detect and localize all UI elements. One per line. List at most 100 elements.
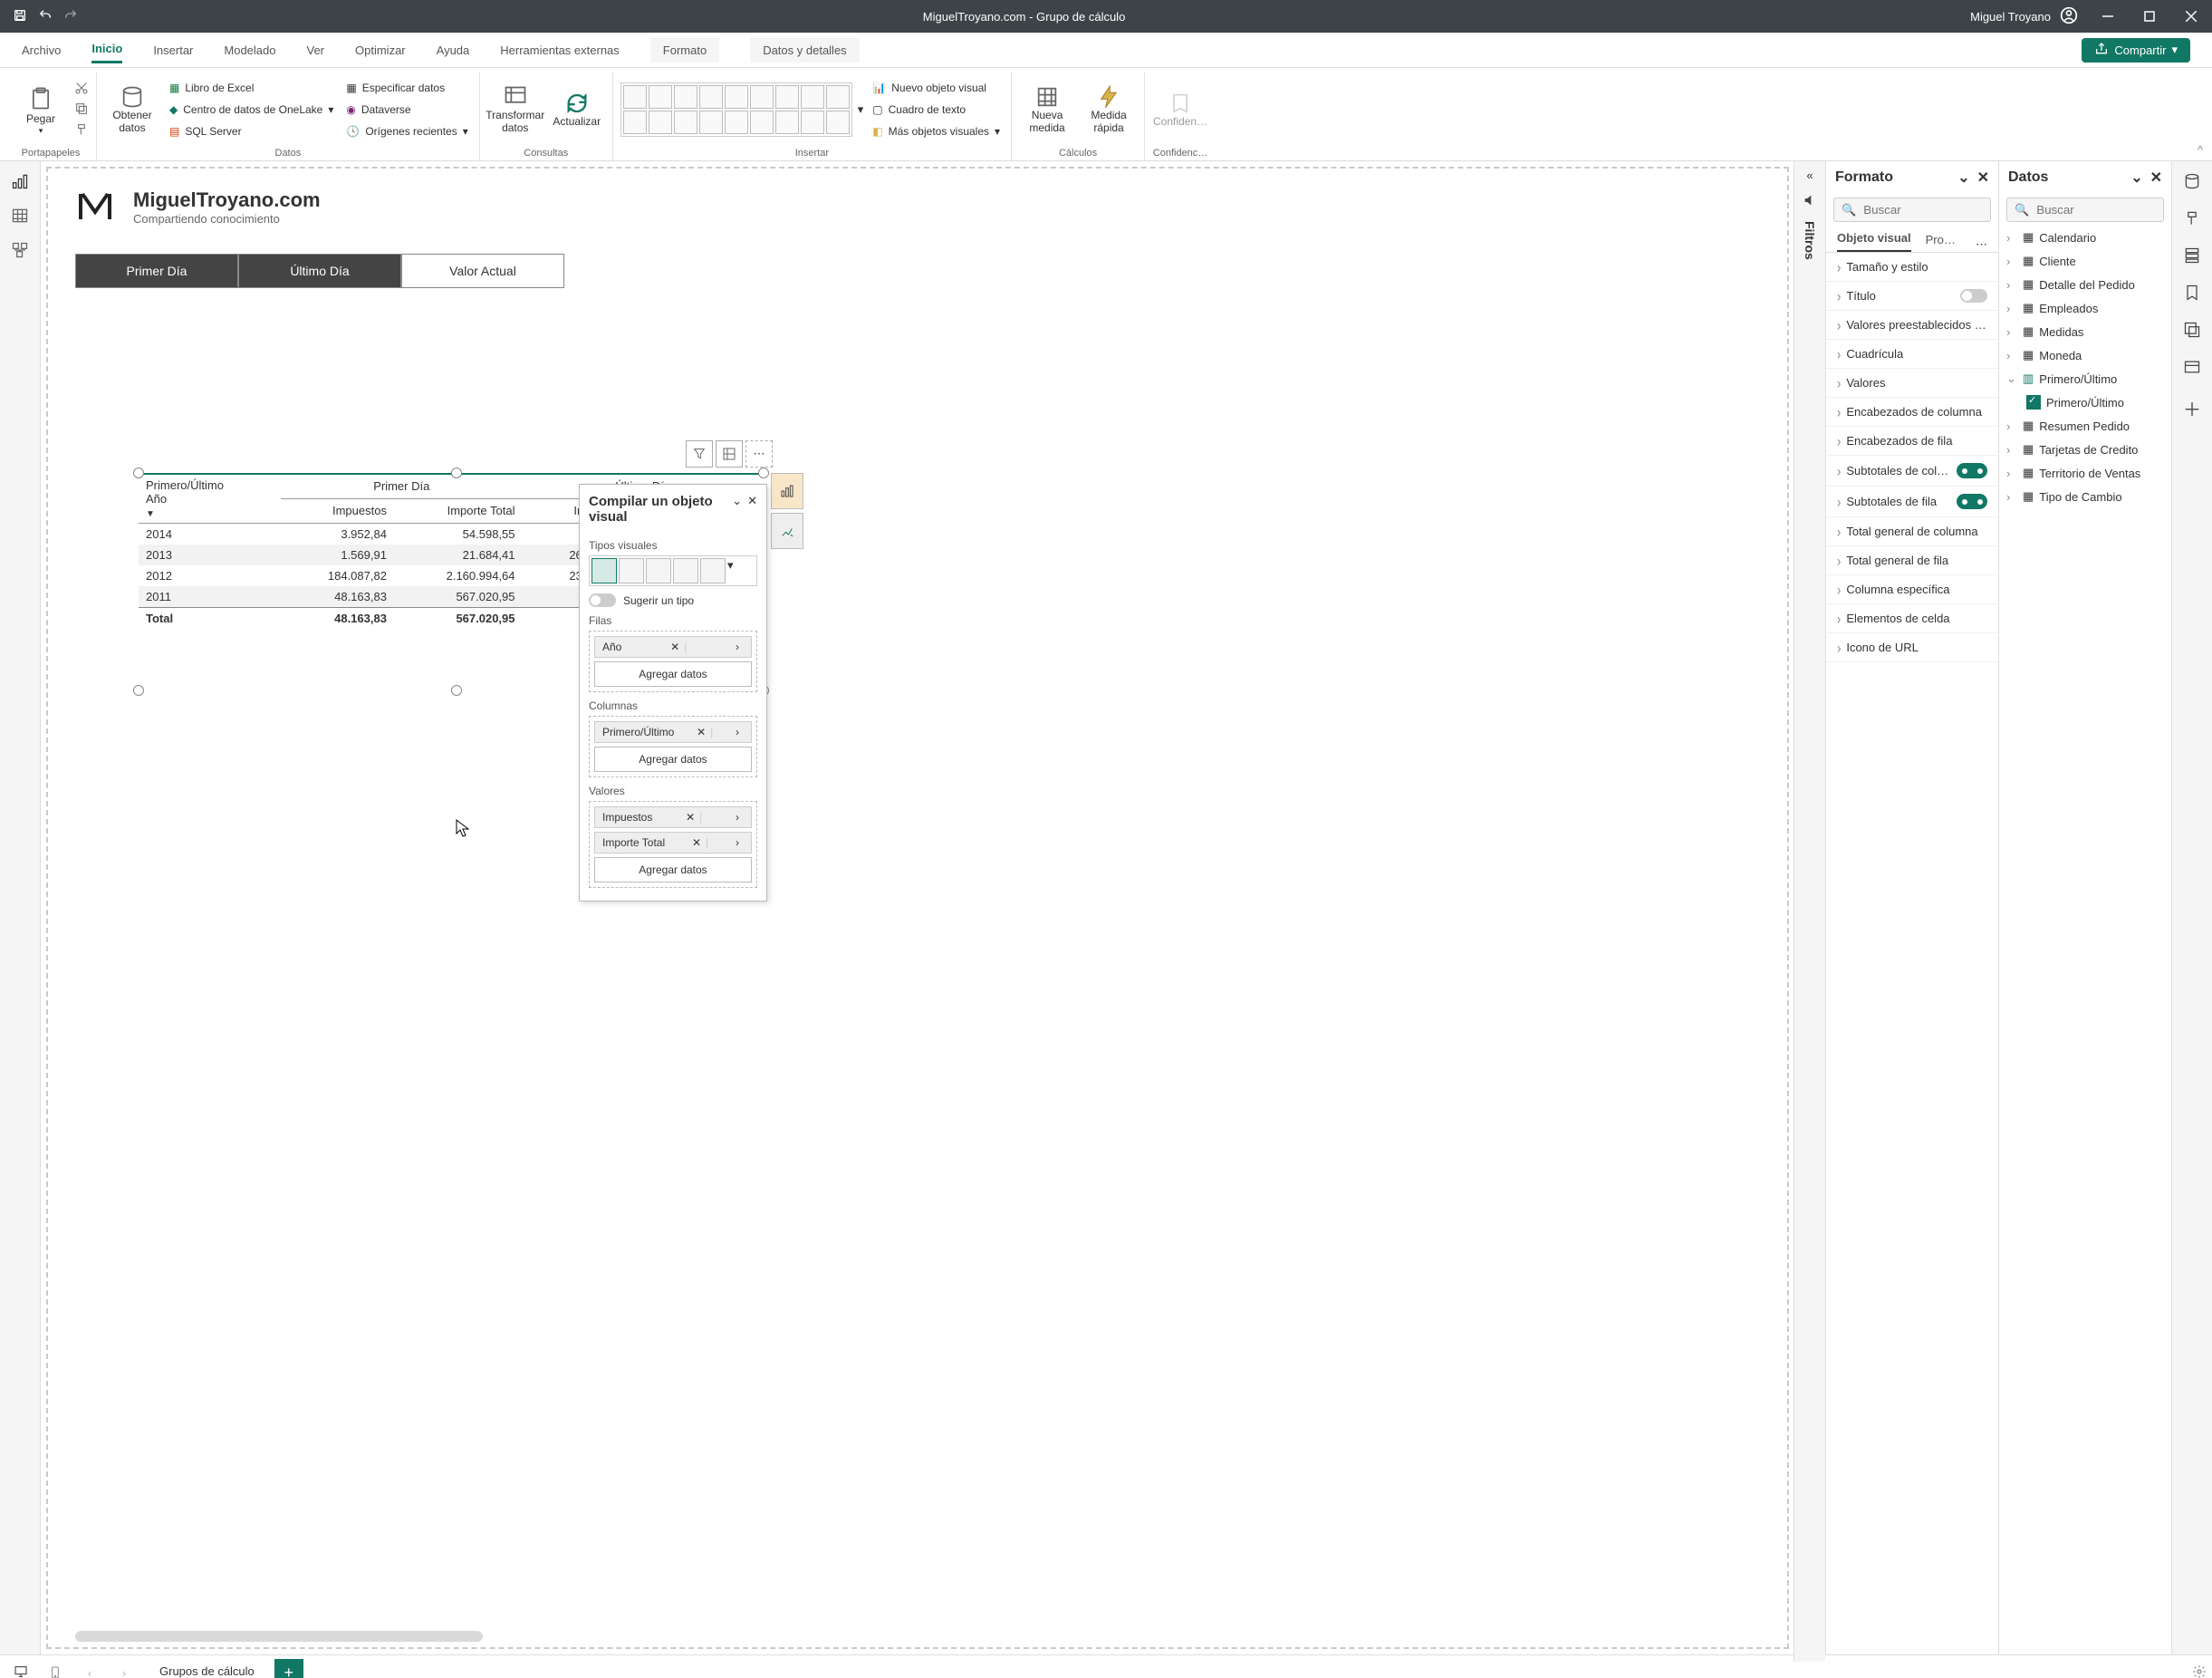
viz-matrix-icon[interactable] [826,111,850,134]
more-visuals-button[interactable]: ◧Más objetos visuales ▾ [869,121,1004,141]
copy-icon[interactable] [74,101,89,119]
format-item-col-subtotals[interactable]: Subtotales de col… [1826,456,1998,487]
ribbon-collapse-icon[interactable]: ^ [2194,140,2207,160]
excel-workbook-button[interactable]: ▦Libro de Excel [166,78,337,98]
col-subtotals-toggle[interactable] [1957,463,1987,478]
chevron-down-icon[interactable]: ⌄ [1957,169,1969,187]
remove-icon[interactable]: ✕ [666,641,684,653]
chevron-right-icon[interactable]: › [731,811,744,824]
data-table-tipo-cambio[interactable]: ›▦Tipo de Cambio [1999,485,2171,508]
data-table-cliente[interactable]: ›▦Cliente [1999,249,2171,273]
tab-external[interactable]: Herramientas externas [500,38,620,63]
filters-label[interactable]: Filtros [1803,221,1817,260]
data-table-detalle-pedido[interactable]: ›▦Detalle del Pedido [1999,273,2171,296]
format-item-col-grandtotal[interactable]: Total general de columna [1826,517,1998,546]
data-table-tarjetas[interactable]: ›▦Tarjetas de Credito [1999,438,2171,461]
data-rail-icon[interactable] [2183,172,2201,193]
speaker-icon[interactable] [1803,193,1817,210]
add-rail-icon[interactable]: ＋ [2183,395,2201,421]
viz-gauge-icon[interactable] [750,111,774,134]
data-table-calendario[interactable]: ›▦Calendario [1999,226,2171,249]
quick-measure-button[interactable]: Medida rápida [1081,76,1137,143]
table-view-icon[interactable] [11,207,29,225]
vt-scatter-icon[interactable] [646,558,671,583]
more-options-icon[interactable]: ⋯ [1976,237,1987,252]
redo-icon[interactable] [63,8,78,25]
resize-handle[interactable] [758,468,769,478]
filter-icon[interactable] [686,440,713,468]
next-page-icon[interactable]: › [109,1659,139,1678]
data-table-empleados[interactable]: ›▦Empleados [1999,296,2171,320]
viz-ribbon-icon[interactable] [750,85,774,109]
format-item-specific-col[interactable]: Columna específica [1826,575,1998,604]
model-view-icon[interactable] [11,241,29,259]
report-view-icon[interactable] [11,172,29,190]
viz-line-icon[interactable] [775,85,799,109]
resize-handle[interactable] [133,468,144,478]
viz-clustered-bar-icon[interactable] [649,85,672,109]
chevron-right-icon[interactable]: › [731,641,744,653]
chevron-down-icon[interactable]: ▾ [727,558,751,582]
sql-server-button[interactable]: ▤SQL Server [166,121,337,141]
add-columns-button[interactable]: Agregar datos [594,747,752,772]
viz-100-column-icon[interactable] [725,85,748,109]
get-data-button[interactable]: Obtener datos [104,76,160,143]
viz-donut-icon[interactable] [649,111,672,134]
data-field-primero-ultimo[interactable]: Primero/Último [1999,391,2171,414]
visualizations-gallery[interactable] [620,82,852,137]
format-item-row-subtotals[interactable]: Subtotales de fila [1826,487,1998,517]
new-visual-button[interactable]: 📊Nuevo objeto visual [869,78,1004,98]
data-table-medidas[interactable]: ›▦Medidas [1999,320,2171,343]
format-item-grid[interactable]: Cuadrícula [1826,340,1998,369]
mobile-view-icon[interactable] [40,1659,71,1678]
viz-card-icon[interactable] [775,111,799,134]
cut-icon[interactable] [74,81,89,98]
tab-optimize[interactable]: Optimizar [355,38,406,63]
chevron-right-icon[interactable]: › [731,726,744,738]
slicer-last-day[interactable]: Último Día [238,254,401,288]
suggest-type-toggle[interactable] [589,593,616,607]
viz-stacked-column-icon[interactable] [674,85,697,109]
chevron-down-icon[interactable]: ▾ [858,102,864,117]
sensitivity-button[interactable]: Confiden… [1152,76,1208,143]
page-tab[interactable]: Grupos de cálculo [143,1657,271,1678]
save-icon[interactable] [13,8,27,25]
desktop-view-icon[interactable] [5,1658,36,1678]
new-measure-button[interactable]: Nueva medida [1019,76,1075,143]
remove-icon[interactable]: ✕ [681,811,699,824]
format-item-title[interactable]: Título [1826,282,1998,311]
field-item-year[interactable]: Año ✕ | › [594,636,752,658]
format-item-size-style[interactable]: Tamaño y estilo [1826,253,1998,282]
tab-view[interactable]: Ver [307,38,325,63]
remove-icon[interactable]: ✕ [692,726,710,738]
tab-modeling[interactable]: Modelado [224,38,275,63]
data-table-resumen-pedido[interactable]: ›▦Resumen Pedido [1999,414,2171,438]
tab-visual-format[interactable]: Objeto visual [1837,226,1911,252]
text-box-button[interactable]: ▢Cuadro de texto [869,100,1004,120]
viz-stacked-area-icon[interactable] [826,85,850,109]
resize-handle[interactable] [451,685,462,696]
format-item-row-headers[interactable]: Encabezados de fila [1826,427,1998,456]
data-search[interactable]: 🔍 [2006,198,2164,222]
focus-mode-icon[interactable] [716,440,743,468]
tab-data-details[interactable]: Datos y detalles [750,38,860,63]
field-item-primero-ultimo[interactable]: Primero/Último ✕ | › [594,721,752,743]
close-icon[interactable]: ✕ [1977,169,1989,187]
close-icon[interactable]: ✕ [2150,169,2162,187]
viz-filled-map-icon[interactable] [725,111,748,134]
vt-table-icon[interactable] [619,558,644,583]
format-item-cell-elements[interactable]: Elementos de celda [1826,604,1998,633]
format-item-row-grandtotal[interactable]: Total general de fila [1826,546,1998,575]
vt-matrix-icon[interactable] [591,558,617,583]
add-page-button[interactable]: + [274,1659,303,1678]
format-search[interactable]: 🔍 [1833,198,1991,222]
selection-rail-icon[interactable] [2183,321,2201,342]
more-options-icon[interactable]: ⋯ [745,440,773,468]
transform-data-button[interactable]: Transformar datos [487,76,543,143]
title-toggle[interactable] [1960,289,1987,303]
format-item-url-icon[interactable]: Icono de URL [1826,633,1998,662]
slicer-current-value[interactable]: Valor Actual [401,254,564,288]
close-button[interactable] [2170,0,2212,33]
bookmarks-rail-icon[interactable] [2183,284,2201,304]
minimize-button[interactable] [2087,0,2129,33]
